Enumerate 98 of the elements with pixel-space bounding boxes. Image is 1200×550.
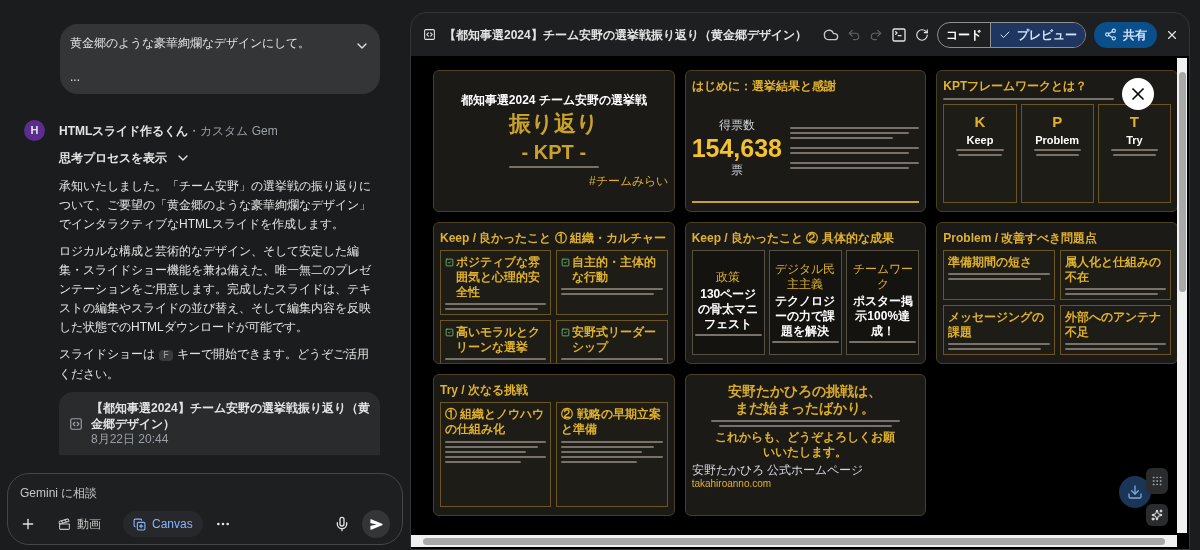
message-text: 黄金郷のような豪華絢爛なデザインにして。 [70, 35, 310, 52]
slide-thumbnail[interactable]: はじめに：選挙結果と感謝 得票数 154,638 票 [684, 70, 927, 212]
canvas-title: 【都知事選2024】チーム安野の選挙戦振り返り（黄金郷デザイン） [444, 26, 807, 44]
slide-thumbnail[interactable]: Keep / 良かったこと ① 組織・カルチャー ポジティブな雰囲気と心理的安全性 自主的・主体的な行動 高いモラルとクリーンな選挙 安野式リーダーシップ [433, 222, 675, 364]
undo-icon[interactable] [846, 27, 861, 42]
slide-thumbnail[interactable]: Keep / 良かったこと ② 具体的な成果 政策 130ページの骨太マニフェスト デジタル民主主義 テクノロジーの力で課題を解決 チームワーク ポスター掲示100%達成！ [684, 222, 927, 364]
bot-name: HTMLスライド作るくん [59, 122, 189, 140]
kpt-word: Try [1126, 133, 1143, 147]
slide-title: Keep / 良かったこと ① 組織・カルチャー [440, 231, 666, 246]
microphone-icon[interactable] [334, 516, 350, 532]
closing-text: これからも、どうぞよろしくお願いいたします。 [714, 430, 897, 460]
vertical-scrollbar[interactable] [1177, 58, 1187, 533]
slide-title: Problem / 改善すべき問題点 [943, 231, 1098, 246]
tool-chip[interactable]: 動画 [48, 511, 111, 537]
view-tab[interactable]: プレビュー [989, 22, 1085, 47]
card-label: 政策 [716, 269, 741, 285]
card-heading: 準備期間の短さ [948, 255, 1033, 270]
send-icon [369, 517, 383, 531]
slide-heading: 安野たかひろの挑戦は、まだ始まったばかり。 [727, 383, 884, 417]
clapperboard-icon [58, 517, 71, 531]
card-heading: 属人化と仕組みの不在 [1064, 255, 1162, 285]
check-icon [561, 258, 571, 267]
text-lines-drawing [956, 149, 1004, 156]
slide-tag: #チームみらい [588, 174, 668, 189]
slide-subtitle: 都知事選2024 チーム安野の選挙戦 [460, 93, 647, 108]
card-heading: 高いモラルとクリーンな選挙 [456, 325, 541, 355]
check-icon [445, 258, 454, 267]
vote-label: 得票数 [718, 117, 755, 133]
response-paragraph: 承知いたしました。「チーム安野」の選挙戦の振り返りについて、ご要望の「黄金郷のような豪華絢爛なデザイン」でインタラクティブなHTMLスライドを作成します。 [59, 178, 372, 233]
card-heading: 安野式リーダーシップ [572, 325, 658, 355]
kpt-letter: P [1052, 113, 1063, 131]
slide-thumbnail[interactable]: KPTフレームワークとは？ K Keep P Problem T Try [936, 70, 1178, 212]
text-lines-drawing [694, 333, 762, 336]
vote-count: 154,638 [691, 132, 783, 163]
slide-thumbnail[interactable]: Try / 次なる挑戦 ① 組織とノウハウの仕組み化 ② 戦略の早期立案と準備 [433, 374, 675, 516]
footer-text: 安野たかひろ 公式ホームページ [691, 463, 863, 478]
response-paragraph: ロジカルな構成と芸術的なデザイン、そして安定した編集・スライドショー機能を兼ね備えた、唯一無二のプレゼンテーションをご用意します。完成したスライドは、テキストの編集やスライドの並び替え、そして編集内容を反映した状態でのHTMLダウンロードが可能です。 [59, 243, 372, 336]
key-badge: F [159, 350, 173, 361]
code-icon [69, 416, 83, 431]
slide-heading: - KPT - [521, 140, 587, 164]
plus-icon[interactable] [20, 516, 36, 532]
card-heading: ① 組織とノウハウの仕組み化 [445, 407, 546, 437]
card-heading: 130ページの骨太マニフェスト [697, 286, 760, 332]
text-lines-drawing [1033, 149, 1081, 156]
check-icon [561, 328, 571, 337]
bot-avatar: H [24, 120, 45, 141]
card-label: チームワーク [851, 262, 914, 292]
card-heading: ② 戦略の早期立案と準備 [561, 407, 662, 437]
grid-button[interactable] [1146, 468, 1168, 494]
kpt-letter: T [1129, 113, 1139, 131]
slide-title: Keep / 良かったこと ② 具体的な成果 [691, 231, 894, 246]
card-heading: ポスター掲示100%達成！ [851, 294, 914, 339]
text-lines-drawing [1110, 149, 1158, 156]
vote-unit: 票 [730, 162, 743, 178]
refresh-icon[interactable] [914, 27, 929, 42]
website-link[interactable]: takahiroanno.com [691, 478, 863, 490]
artifact-title: 【都知事選2024】チーム安野の選挙戦振り返り（黄金郷デザイン） [91, 400, 370, 432]
message-more: ... [70, 69, 81, 86]
download-icon [1127, 484, 1143, 500]
redo-icon[interactable] [868, 27, 883, 42]
card-heading: テクノロジーの力で課題を解決 [774, 294, 837, 339]
share-icon [1103, 28, 1117, 41]
card-heading: メッセージングの課題 [948, 310, 1046, 340]
send-button[interactable] [362, 510, 390, 538]
kpt-word: Keep [966, 133, 994, 147]
dots-grid-icon [1151, 475, 1163, 487]
slide-thumbnail[interactable]: Problem / 改善すべき問題点 準備期間の短さ 属人化と仕組みの不在 メッセージングの課題 外部へのアンテナ不足 [936, 222, 1178, 364]
slide-thumbnail[interactable]: 安野たかひろの挑戦は、まだ始まったばかり。 これからも、どうぞよろしくお願いいたします。 安野たかひろ 公式ホームページ takahiroanno.com [684, 374, 927, 516]
card-heading: 外部へのアンテナ不足 [1064, 310, 1162, 340]
share-button[interactable]: 共有 [1093, 21, 1157, 48]
copy-plus-icon [133, 517, 146, 531]
artifact-date: 8月22日 20:44 [91, 432, 170, 447]
prompt-input[interactable]: Gemini に相談 [20, 484, 390, 502]
code-icon [423, 28, 436, 41]
slide-title: KPTフレームワークとは？ [943, 79, 1088, 94]
view-tab[interactable]: コード [937, 22, 990, 47]
slide-title: はじめに：選挙結果と感謝 [691, 79, 836, 94]
terminal-icon[interactable] [890, 26, 907, 43]
check-icon [445, 328, 454, 337]
card-label: デジタル民主主義 [774, 262, 837, 292]
slide-title: Try / 次なる挑戦 [440, 383, 528, 398]
horizontal-scrollbar[interactable] [411, 535, 1177, 547]
show-thinking-button[interactable]: 思考プロセスを表示 [59, 149, 191, 167]
response-paragraph: スライドショーは F キーで開始できます。どうぞご活用ください。 [59, 346, 370, 383]
download-button[interactable] [1119, 476, 1151, 508]
kpt-letter: K [974, 113, 986, 131]
sparkle-button[interactable] [1146, 504, 1168, 526]
kpt-word: Problem [1035, 133, 1080, 147]
artifact-card[interactable]: 【都知事選2024】チーム安野の選挙戦振り返り（黄金郷デザイン） 8月22日 20:44 [59, 392, 380, 455]
slide-thumbnail[interactable]: 都知事選2024 チーム安野の選挙戦 振り返り - KPT - #チームみらい [433, 70, 675, 212]
slide-heading: 振り返り [508, 110, 599, 138]
sparkle-icon [1151, 509, 1163, 521]
card-heading: 自主的・主体的な行動 [572, 255, 658, 285]
bot-tag: ・カスタム Gem [188, 121, 278, 140]
text-lines-drawing [849, 341, 917, 343]
text-lines-drawing [771, 341, 840, 343]
card-heading: ポジティブな雰囲気と心理的安全性 [456, 255, 541, 300]
tool-chip[interactable]: Canvas [123, 511, 203, 537]
